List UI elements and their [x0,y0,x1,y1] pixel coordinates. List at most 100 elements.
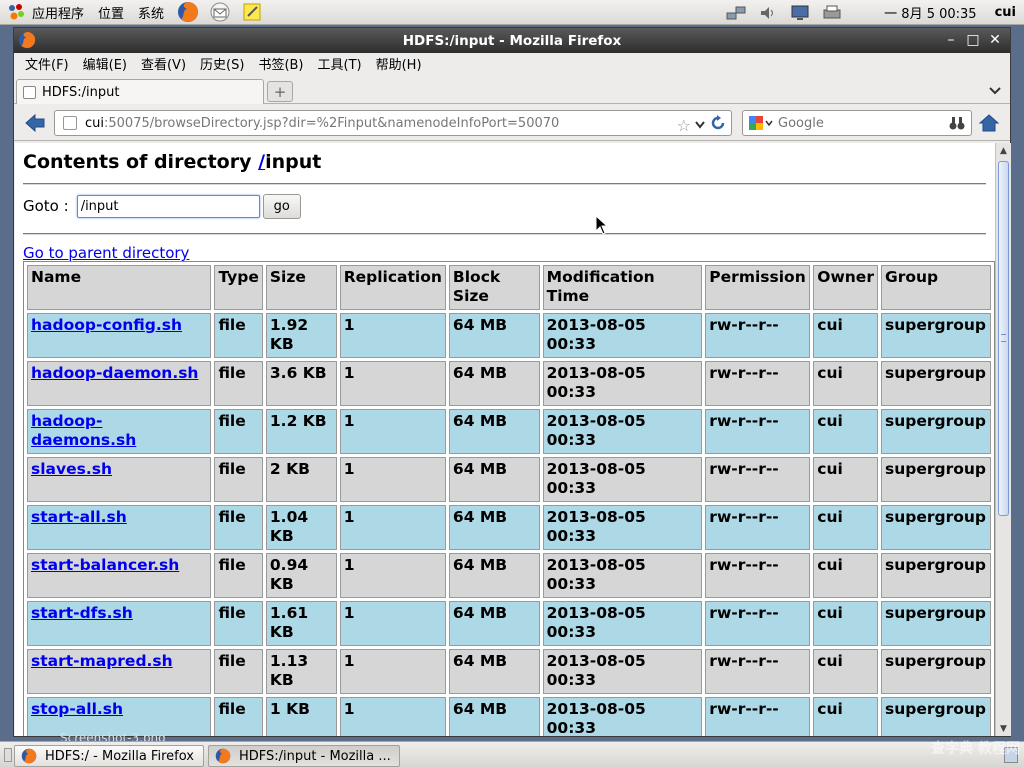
maximize-icon[interactable]: □ [962,30,984,50]
window-titlebar[interactable]: HDFS:/input - Mozilla Firefox – □ ✕ [14,28,1010,53]
group-cell: supergroup [880,409,991,454]
block-size-cell: 64 MB [448,649,540,694]
url-path: :50075/browseDirectory.jsp?dir=%2Finput&… [104,115,560,131]
block-size-cell: 64 MB [448,457,540,502]
file-link[interactable]: hadoop-config.sh [31,316,182,334]
show-desktop-icon[interactable] [4,748,12,762]
file-link[interactable]: hadoop-daemons.sh [31,412,136,449]
menu-bookmarks[interactable]: 书签(B) [251,55,310,77]
network-icon[interactable] [724,3,748,23]
type-cell: file [214,649,263,694]
new-tab-button[interactable]: + [267,81,293,102]
table-row: stop-all.sh file 1 KB 1 64 MB 2013-08-05… [27,697,991,736]
url-history-dropdown-icon[interactable] [695,118,705,133]
permission-cell: rw-r--r-- [705,457,811,502]
scroll-down-icon[interactable]: ▼ [996,721,1011,736]
owner-cell: cui [813,505,878,550]
column-header-group: Group [880,265,991,310]
block-size-cell: 64 MB [448,409,540,454]
permission-cell: rw-r--r-- [705,649,811,694]
menu-applications[interactable]: 应用程序 [26,0,92,25]
type-cell: file [214,601,263,646]
column-header-permission: Permission [705,265,811,310]
directory-listing-table: Name Type Size Replication Block Size Mo… [23,261,995,736]
top-panel: 应用程序 位置 系统 一 8月 5 00:35 cui [0,0,1024,25]
panel-user-name[interactable]: cui [995,5,1016,20]
menu-help[interactable]: 帮助(H) [369,55,429,77]
file-link[interactable]: start-all.sh [31,508,127,526]
url-bar[interactable]: cui:50075/browseDirectory.jsp?dir=%2Finp… [54,110,732,136]
replication-cell: 1 [339,361,446,406]
close-icon[interactable]: ✕ [984,30,1006,50]
permission-cell: rw-r--r-- [705,313,811,358]
taskbar-item-hdfs-input[interactable]: HDFS:/input - Mozilla ... [208,745,400,767]
file-link[interactable]: start-dfs.sh [31,604,133,622]
block-size-cell: 64 MB [448,553,540,598]
search-bar[interactable] [742,110,972,136]
back-arrow-icon[interactable] [22,110,48,136]
page-title: Contents of directory /input [23,151,995,181]
vertical-scrollbar[interactable]: ▲ ▼ [995,143,1011,736]
type-cell: file [214,697,263,736]
replication-cell: 1 [339,313,446,358]
group-cell: supergroup [880,361,991,406]
column-header-type: Type [214,265,263,310]
bottom-taskbar: HDFS:/ - Mozilla Firefox HDFS:/input - M… [0,741,1024,768]
gnome-foot-icon[interactable] [6,2,26,22]
minimize-icon[interactable]: – [940,30,962,50]
menu-view[interactable]: 查看(V) [134,55,193,77]
owner-cell: cui [813,649,878,694]
site-identity-icon[interactable] [63,116,77,130]
parent-directory-link[interactable]: Go to parent directory [23,244,189,262]
scrollbar-grip-icon [1001,334,1006,342]
scroll-up-icon[interactable]: ▲ [996,143,1011,158]
home-icon[interactable] [976,110,1002,136]
file-name-cell: hadoop-daemons.sh [27,409,212,454]
firefox-window-icon[interactable] [18,31,36,53]
file-link[interactable]: start-balancer.sh [31,556,179,574]
group-cell: supergroup [880,649,991,694]
mail-launcher-icon[interactable] [208,1,232,23]
chevron-down-icon[interactable] [986,81,1004,101]
bookmark-star-icon[interactable]: ☆ [677,116,691,135]
tab-label: HDFS:/input [42,85,120,100]
url-text[interactable]: cui:50075/browseDirectory.jsp?dir=%2Finp… [85,116,559,131]
replication-cell: 1 [339,457,446,502]
file-link[interactable]: stop-all.sh [31,700,123,718]
file-link[interactable]: hadoop-daemon.sh [31,364,198,382]
file-link[interactable]: start-mapred.sh [31,652,173,670]
modification-time-cell: 2013-08-05 00:33 [542,601,703,646]
menu-places[interactable]: 位置 [92,0,132,25]
menu-system[interactable]: 系统 [132,0,172,25]
modification-time-cell: 2013-08-05 00:33 [542,313,703,358]
tab-bar: HDFS:/input + [14,78,1010,105]
search-input[interactable] [778,115,938,131]
modification-time-cell: 2013-08-05 00:33 [542,457,703,502]
goto-label: Goto : [23,197,69,215]
go-button[interactable]: go [262,193,301,219]
reload-icon[interactable] [709,114,727,136]
search-binoculars-icon[interactable] [949,115,965,135]
printer-icon[interactable] [820,3,844,23]
scrollbar-thumb[interactable] [998,161,1009,516]
size-cell: 1 KB [265,697,337,736]
menu-file[interactable]: 文件(F) [18,55,76,77]
tab-hdfs-input[interactable]: HDFS:/input [16,79,264,105]
notes-launcher-icon[interactable] [240,1,264,23]
divider [23,233,986,235]
taskbar-item-hdfs-root[interactable]: HDFS:/ - Mozilla Firefox [14,745,204,767]
goto-path-input[interactable] [76,194,260,218]
volume-icon[interactable] [756,3,780,23]
permission-cell: rw-r--r-- [705,409,811,454]
file-name-cell: start-dfs.sh [27,601,212,646]
menu-edit[interactable]: 编辑(E) [76,55,134,77]
firefox-launcher-icon[interactable] [176,1,200,23]
panel-clock[interactable]: 一 8月 5 00:35 [884,3,976,22]
column-header-name: Name [27,265,212,310]
menu-history[interactable]: 历史(S) [193,55,251,77]
menu-tools[interactable]: 工具(T) [311,55,369,77]
file-link[interactable]: slaves.sh [31,460,112,478]
column-header-size: Size [265,265,337,310]
google-icon[interactable] [748,115,774,131]
display-icon[interactable] [788,3,812,23]
